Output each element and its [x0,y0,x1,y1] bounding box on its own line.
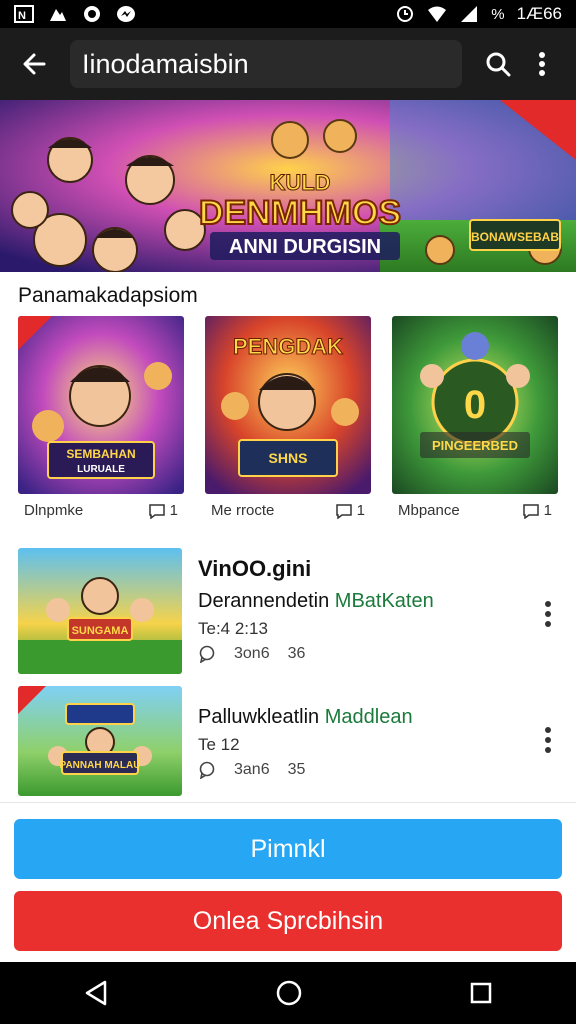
messenger-icon [117,6,135,22]
list-item-channel: Maddlean [324,706,413,728]
hero-headline-main: DENMHMOS [199,194,401,232]
card-thumb-sub: SHNS [269,450,308,466]
search-field[interactable]: Iinodamaisbin [70,40,462,88]
list-thumbnail: SUNGAMA [18,548,182,674]
card-row: SEMBAHAN LURUALE Dlnpmke 1 PENGDAK SHNS [18,316,558,519]
item-more-icon[interactable] [542,600,554,628]
subscribe-button[interactable]: Onlea Sprcbihsin [14,891,562,951]
list-thumb-text: SUNGAMA [72,625,129,637]
card-thumb-sub: 0 [464,383,486,427]
card-thumb-title: PINGEERBED [432,438,518,453]
clock: 1Æ66 [516,4,562,23]
list-item-stats: 3an6 35 [198,761,413,779]
hero-banner[interactable]: BONAWSEBAB KULD DENMHMOS ANNI DURGISIN [0,100,576,272]
divider [0,802,576,803]
app-bar: Iinodamaisbin [0,28,576,100]
comment-icon [335,503,352,519]
photo-icon [50,9,66,21]
card-count: 1 [148,502,178,519]
system-nav-bar [0,962,576,1024]
card-thumbnail: SEMBAHAN LURUALE [18,316,184,494]
card-thumb-title: PENGDAK [233,334,343,359]
list-item-likes: 36 [287,645,306,662]
list-item-views: 3an6 [234,761,270,778]
search-button[interactable] [476,42,520,86]
comment-icon [199,645,215,663]
list-item-stats: 3on6 36 [198,645,434,663]
card-count: 1 [335,502,365,519]
list-body: VinOO.gini Derannendetin MBatKaten Te:4 … [198,548,434,686]
signal-icon [461,6,478,22]
list-item-likes: 35 [287,761,306,778]
wifi-icon [428,6,447,22]
list-item-time: Te 12 [198,735,240,754]
whatsapp-icon [84,6,100,22]
card-thumb-sub: LURUALE [77,464,125,475]
list-body: Palluwkleatlin Maddlean Te 12 3an6 35 [198,686,413,824]
card-label: Dlnpmke [24,502,84,519]
list-item-title: VinOO.gini [198,556,312,581]
card-1[interactable]: SEMBAHAN LURUALE Dlnpmke 1 [18,316,184,519]
list-item-channel: MBatKaten [334,590,434,612]
card-meta: Dlnpmke 1 [18,502,184,519]
list-thumbnail: PANNAH MALAU [18,686,182,796]
list-item[interactable]: PANNAH MALAU Palluwkleatlin Maddlean Te … [0,686,576,824]
list-thumb-text: PANNAH MALAU [60,760,141,771]
card-label: Mbpance [398,502,460,519]
overflow-menu-button[interactable] [520,42,564,86]
hero-artwork: BONAWSEBAB KULD DENMHMOS ANNI DURGISIN [0,100,576,272]
card-thumbnail: PENGDAK SHNS [205,316,371,494]
svg-text:N: N [18,10,26,22]
hero-side-badge: BONAWSEBAB [471,230,559,244]
search-text: Iinodamaisbin [82,48,249,79]
card-thumbnail: 0 PINGEERBED [392,316,558,494]
back-button[interactable] [12,42,56,86]
nav-recents-icon[interactable] [469,981,493,1005]
status-left: N [14,5,136,23]
status-bar: N % 1Æ66 [0,0,576,28]
hero-headline-sub: ANNI DURGISIN [229,236,381,258]
video-list: SUNGAMA VinOO.gini Derannendetin MBatKat… [0,548,576,824]
comment-icon [148,503,165,519]
list-item-subtitle: Palluwkleatlin Maddlean [198,706,413,728]
card-meta: Mbpance 1 [392,502,558,519]
card-meta: Me rrocte 1 [205,502,371,519]
hero-headline-top: KULD [269,170,330,195]
nav-back-icon[interactable] [83,979,109,1007]
card-count: 1 [522,502,552,519]
battery-percent: % [491,5,505,23]
card-3[interactable]: 0 PINGEERBED Mbpance 1 [392,316,558,519]
alarm-icon [397,6,414,22]
comment-icon [199,761,215,779]
item-more-icon[interactable] [542,726,554,754]
notification-icon: N [14,5,34,23]
primary-button[interactable]: Pimnkl [14,819,562,879]
list-item-time: Te:4 2:13 [198,619,268,638]
comment-icon [522,503,539,519]
list-item-subtitle: Derannendetin MBatKaten [198,590,434,612]
card-thumb-title: SEMBAHAN [66,447,135,461]
list-item[interactable]: SUNGAMA VinOO.gini Derannendetin MBatKat… [0,548,576,686]
section-title: Panamakadapsiom [18,284,198,307]
arrow-left-icon [23,53,46,75]
status-right: % 1Æ66 [395,4,562,24]
card-2[interactable]: PENGDAK SHNS Me rrocte 1 [205,316,371,519]
list-item-views: 3on6 [234,645,270,662]
more-vert-icon [539,52,545,76]
search-icon [486,52,511,77]
card-label: Me rrocte [211,502,275,519]
nav-home-icon[interactable] [275,979,303,1007]
